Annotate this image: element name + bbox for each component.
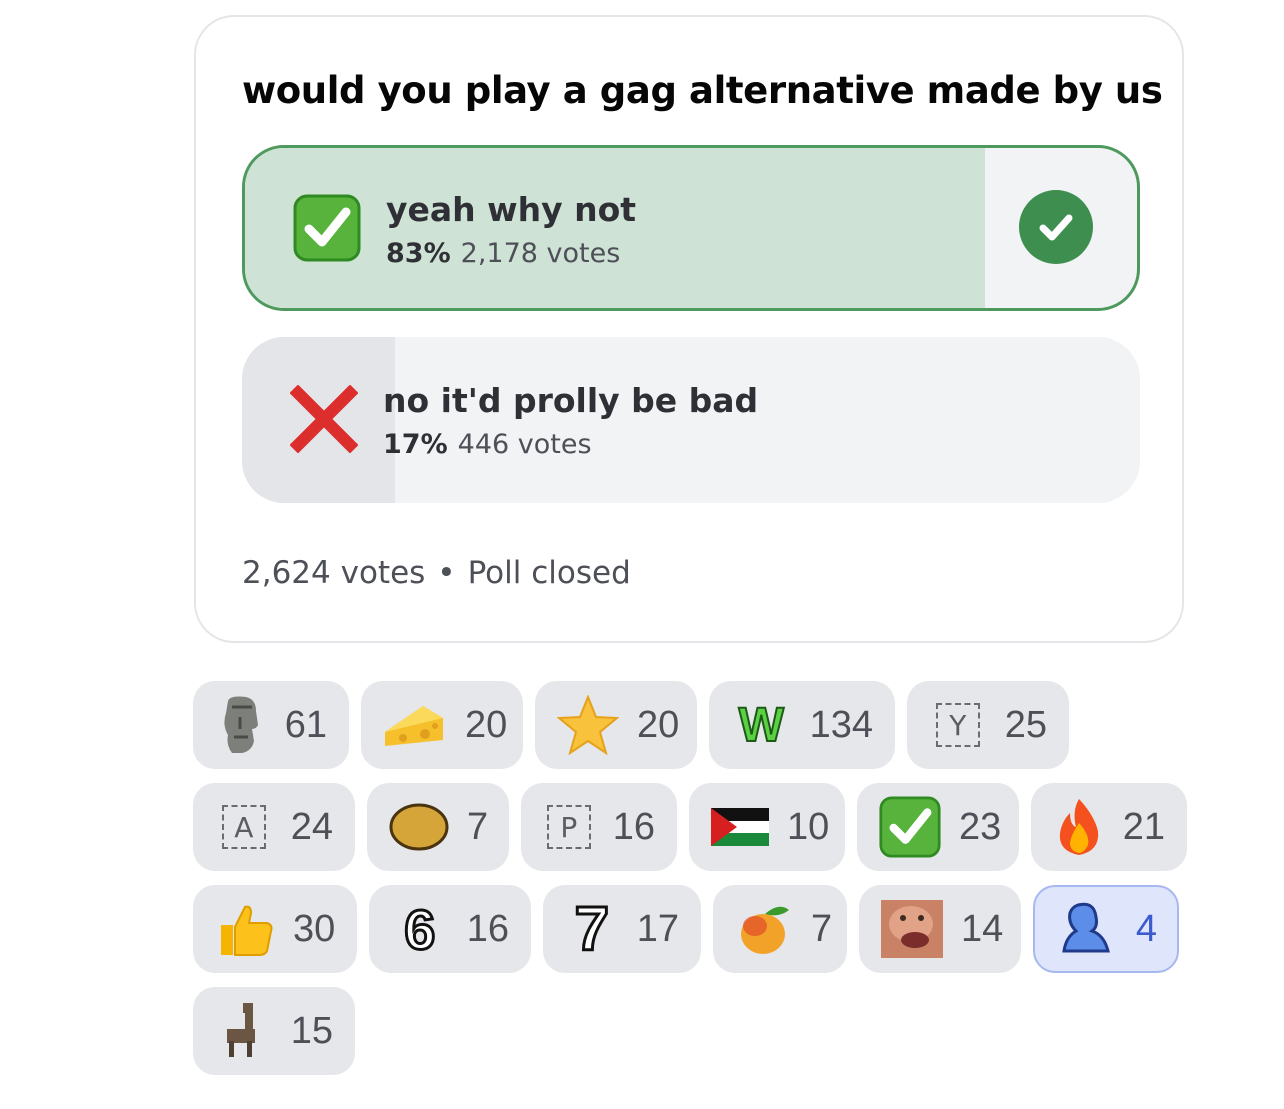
- reaction-p[interactable]: P 16: [521, 783, 677, 871]
- letter-p-icon: P: [543, 795, 595, 859]
- poll-option-no[interactable]: no it'd prolly be bad 17% 446 votes: [242, 337, 1140, 503]
- reaction-count: 30: [293, 907, 336, 950]
- reaction-coin[interactable]: 7: [367, 783, 509, 871]
- reaction-count: 21: [1122, 805, 1165, 848]
- reaction-moai[interactable]: 61: [193, 681, 349, 769]
- option-stats: 17% 446 votes: [383, 429, 592, 460]
- reaction-count: 134: [809, 703, 873, 746]
- poll-status: Poll closed: [467, 555, 631, 591]
- reaction-count: 23: [959, 805, 1002, 848]
- option-label: no it'd prolly be bad: [383, 381, 759, 420]
- option-votes: 2,178 votes: [460, 238, 621, 269]
- reaction-row: 30 6 16 7 17 7 14 4: [193, 885, 1193, 973]
- reactions-bar: 61 20 20 W 134 Y 25 A 24 7 P 16 10 23 21…: [193, 681, 1193, 1089]
- reaction-count: 15: [290, 1009, 333, 1052]
- reaction-check[interactable]: 23: [857, 783, 1019, 871]
- reaction-count: 14: [961, 907, 1004, 950]
- reaction-palestine-flag[interactable]: 10: [689, 783, 845, 871]
- reaction-mango[interactable]: 7: [713, 885, 847, 973]
- check-mark-button-icon: [293, 194, 361, 262]
- reaction-count: 61: [284, 703, 327, 746]
- reaction-cheese[interactable]: 20: [361, 681, 523, 769]
- poll-question: would you play a gag alternative made by…: [242, 69, 1163, 112]
- number-seven-icon: 7: [573, 893, 611, 965]
- reaction-thumbs-up[interactable]: 30: [193, 885, 357, 973]
- reaction-y[interactable]: Y 25: [907, 681, 1069, 769]
- option-stats: 83% 2,178 votes: [386, 238, 620, 269]
- reaction-seven[interactable]: 7 17: [543, 885, 701, 973]
- reaction-count: 7: [467, 805, 489, 848]
- reaction-count: 16: [612, 805, 655, 848]
- option-percent: 83%: [386, 238, 451, 269]
- reaction-count: 4: [1135, 907, 1157, 950]
- reaction-count: 16: [466, 907, 509, 950]
- poll-card: would you play a gag alternative made by…: [194, 15, 1184, 643]
- reaction-count: 10: [787, 805, 830, 848]
- total-votes: 2,624 votes: [242, 555, 426, 591]
- separator-dot: •: [437, 555, 456, 591]
- option-percent: 17%: [383, 429, 448, 460]
- check-mark-button-icon: [879, 795, 941, 859]
- number-six-icon: 6: [403, 896, 437, 962]
- cross-mark-icon: [289, 384, 359, 454]
- letter-a-icon: A: [215, 795, 273, 859]
- reaction-face-meme[interactable]: 14: [859, 885, 1021, 973]
- option-label: yeah why not: [386, 190, 637, 229]
- reaction-count: 20: [637, 703, 680, 746]
- reaction-a[interactable]: A 24: [193, 783, 355, 871]
- reaction-six[interactable]: 6 16: [369, 885, 531, 973]
- reaction-fire[interactable]: 21: [1031, 783, 1187, 871]
- poll-option-yeah[interactable]: yeah why not 83% 2,178 votes: [242, 145, 1140, 311]
- winner-check-icon: [1019, 190, 1093, 264]
- reaction-star[interactable]: 20: [535, 681, 697, 769]
- reaction-row: 61 20 20 W 134 Y 25: [193, 681, 1193, 769]
- blue-figure-icon: [1055, 897, 1118, 961]
- w-emoji-icon: W: [738, 698, 785, 753]
- letter-y-icon: Y: [929, 693, 987, 757]
- reaction-count: 20: [465, 703, 508, 746]
- reaction-w[interactable]: W 134: [709, 681, 895, 769]
- option-votes: 446 votes: [457, 429, 592, 460]
- moai-icon: [215, 693, 267, 757]
- reaction-row: 15: [193, 987, 1193, 1075]
- poll-footer: 2,624 votes • Poll closed: [242, 555, 631, 591]
- cheese-icon: [383, 693, 447, 757]
- reaction-count: 24: [290, 805, 333, 848]
- coin-icon: [389, 795, 449, 859]
- reaction-count: 25: [1004, 703, 1047, 746]
- llama-icon: [215, 999, 273, 1063]
- thumbs-up-icon: [215, 897, 275, 961]
- reaction-count: 17: [636, 907, 679, 950]
- reaction-row: A 24 7 P 16 10 23 21: [193, 783, 1193, 871]
- star-icon: [557, 693, 619, 757]
- reaction-blue-figure[interactable]: 4: [1033, 885, 1179, 973]
- fire-icon: [1053, 795, 1105, 859]
- mango-icon: [735, 897, 793, 961]
- face-meme-icon: [881, 897, 943, 961]
- palestine-flag-icon: [711, 795, 769, 859]
- reaction-count: 7: [811, 907, 833, 950]
- reaction-llama[interactable]: 15: [193, 987, 355, 1075]
